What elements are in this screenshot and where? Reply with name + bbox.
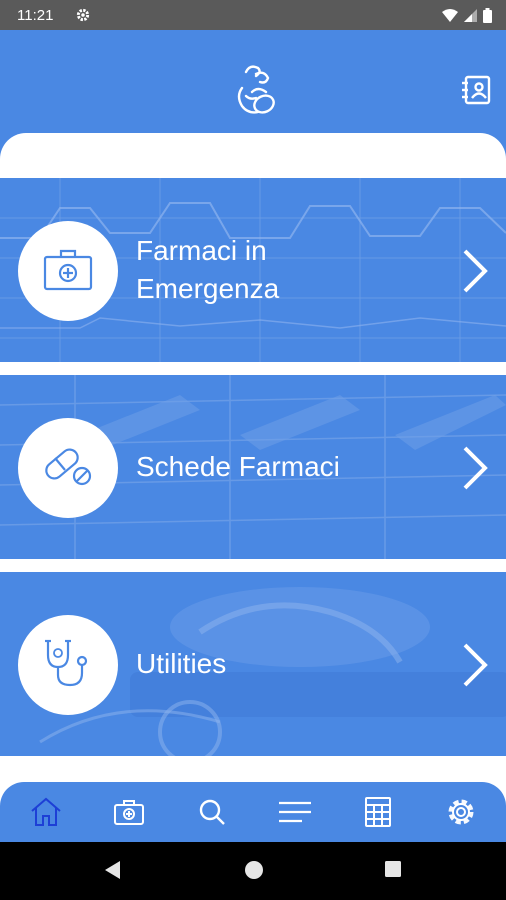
signal-icon (464, 9, 477, 27)
chevron-right-icon (462, 445, 488, 496)
card-icon-circle (18, 221, 118, 321)
search-icon[interactable] (194, 794, 230, 830)
recents-icon[interactable] (384, 860, 402, 883)
contact-book-icon[interactable] (460, 74, 492, 111)
card-label-line2: Emergenza (136, 273, 280, 304)
stethoscope-icon (42, 637, 94, 694)
wifi-icon (442, 9, 458, 27)
card-utilities[interactable]: Utilities (0, 572, 506, 756)
status-time: 11:21 (17, 7, 54, 24)
pill-icon (42, 444, 94, 493)
card-schede-farmaci[interactable]: Schede Farmaci (0, 375, 506, 559)
system-nav-bar (0, 842, 506, 900)
back-icon[interactable] (103, 860, 121, 885)
battery-icon (483, 8, 492, 28)
medical-kit-icon[interactable] (111, 794, 147, 830)
card-label: Utilities (136, 648, 227, 679)
baby-logo-icon (232, 62, 278, 127)
bottom-nav (0, 782, 506, 842)
home-icon[interactable] (28, 794, 64, 830)
card-label: Schede Farmaci (136, 451, 340, 482)
chevron-right-icon (462, 642, 488, 693)
calculator-icon[interactable] (360, 794, 396, 830)
home-circle-icon[interactable] (244, 860, 264, 885)
medical-kit-icon (43, 247, 93, 296)
settings-icon[interactable] (443, 794, 479, 830)
settings-icon (76, 8, 90, 27)
card-icon-circle (18, 418, 118, 518)
card-farmaci-emergenza[interactable]: Farmaci in Emergenza (0, 178, 506, 362)
card-icon-circle (18, 615, 118, 715)
menu-icon[interactable] (277, 794, 313, 830)
chevron-right-icon (462, 248, 488, 299)
status-icons (442, 8, 492, 28)
status-bar: 11:21 (0, 0, 506, 30)
card-label-line1: Farmaci in (136, 235, 267, 266)
card-label: Farmaci in Emergenza (136, 232, 279, 308)
